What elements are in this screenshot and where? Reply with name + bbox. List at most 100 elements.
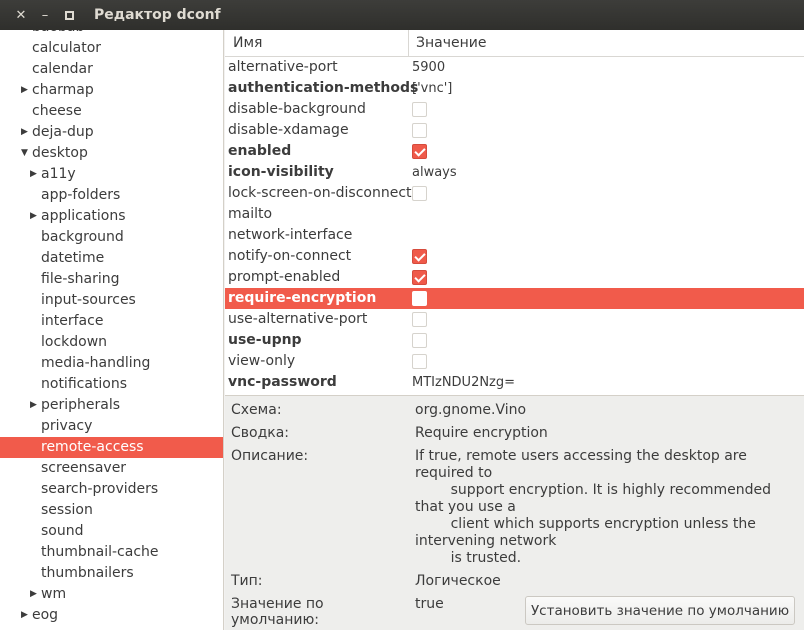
tree-item-desktop[interactable]: ▼ desktop: [0, 143, 223, 164]
tree-item-sound[interactable]: sound: [0, 521, 223, 542]
key-row-notify-on-connect[interactable]: notify-on-connect: [225, 246, 804, 267]
key-value: [409, 312, 427, 327]
set-default-button[interactable]: Установить значение по умолчанию: [525, 596, 795, 625]
tree-item-a11y[interactable]: ▶ a11y: [0, 164, 223, 185]
expander-collapsed-icon[interactable]: ▶: [21, 80, 28, 101]
tree-item-label: search-providers: [41, 481, 159, 497]
tree-item-eog[interactable]: ▶ eog: [0, 605, 223, 626]
checkbox-unchecked[interactable]: [412, 291, 427, 306]
tree-item-calculator[interactable]: calculator: [0, 38, 223, 59]
tree-item-baobab[interactable]: baobab: [0, 30, 223, 38]
checkbox-unchecked[interactable]: [412, 354, 427, 369]
detail-summary-value: Require encryption: [415, 425, 548, 441]
tree-item-search-providers[interactable]: search-providers: [0, 479, 223, 500]
key-value[interactable]: 5900: [409, 57, 445, 78]
checkbox-checked[interactable]: [412, 144, 427, 159]
key-value: [409, 186, 427, 201]
key-name: vnc-password: [228, 374, 337, 390]
key-value[interactable]: ['vnc']: [409, 78, 452, 99]
key-row-lock-screen-on-disconnect[interactable]: lock-screen-on-disconnect: [225, 183, 804, 204]
tree-item-calendar[interactable]: calendar: [0, 59, 223, 80]
tree-item-thumbnail-cache[interactable]: thumbnail-cache: [0, 542, 223, 563]
tree-item-remote-access[interactable]: remote-access: [0, 437, 223, 458]
tree-item-interface[interactable]: interface: [0, 311, 223, 332]
checkbox-checked[interactable]: [412, 249, 427, 264]
maximize-icon[interactable]: [58, 4, 80, 26]
key-name: notify-on-connect: [228, 248, 352, 264]
key-row-require-encryption[interactable]: require-encryption: [225, 288, 804, 309]
expander-collapsed-icon[interactable]: ▶: [30, 584, 37, 605]
checkbox-unchecked[interactable]: [412, 312, 427, 327]
key-row-prompt-enabled[interactable]: prompt-enabled: [225, 267, 804, 288]
tree-item-background[interactable]: background: [0, 227, 223, 248]
close-icon[interactable]: ✕: [10, 4, 32, 26]
key-name: icon-visibility: [228, 164, 334, 180]
key-value[interactable]: MTIzNDU2Nzg=: [409, 372, 515, 393]
tree-item-thumbnailers[interactable]: thumbnailers: [0, 563, 223, 584]
key-row-disable-xdamage[interactable]: disable-xdamage: [225, 120, 804, 141]
minimize-icon[interactable]: –: [34, 4, 56, 26]
tree-item-privacy[interactable]: privacy: [0, 416, 223, 437]
expander-collapsed-icon[interactable]: ▶: [30, 206, 37, 227]
detail-description-label: Описание:: [231, 448, 309, 464]
tree-item-label: media-handling: [41, 355, 151, 371]
key-name: enabled: [228, 143, 292, 159]
tree-item-media-handling[interactable]: media-handling: [0, 353, 223, 374]
tree-item-label: peripherals: [41, 397, 121, 413]
checkbox-unchecked[interactable]: [412, 102, 427, 117]
tree-item-datetime[interactable]: datetime: [0, 248, 223, 269]
tree-item-applications[interactable]: ▶ applications: [0, 206, 223, 227]
schema-tree-sidebar[interactable]: baobabcalculatorcalendar▶charmapcheese▶d…: [0, 30, 224, 630]
checkbox-unchecked[interactable]: [412, 333, 427, 348]
expander-collapsed-icon[interactable]: ▶: [21, 605, 28, 626]
tree-item-label: screensaver: [41, 460, 127, 476]
checkbox-unchecked[interactable]: [412, 123, 427, 138]
detail-type-label: Тип:: [231, 573, 263, 589]
expander-expanded-icon[interactable]: ▼: [21, 143, 28, 164]
schema-tree: baobabcalculatorcalendar▶charmapcheese▶d…: [0, 30, 223, 626]
key-row-authentication-methods[interactable]: authentication-methods ['vnc']: [225, 78, 804, 99]
key-row-network-interface[interactable]: network-interface: [225, 225, 804, 246]
detail-description-value: If true, remote users accessing the desk…: [415, 448, 771, 566]
checkbox-unchecked[interactable]: [412, 186, 427, 201]
key-row-icon-visibility[interactable]: icon-visibility always: [225, 162, 804, 183]
tree-item-label: charmap: [32, 82, 94, 98]
key-row-use-upnp[interactable]: use-upnp: [225, 330, 804, 351]
key-row-mailto[interactable]: mailto: [225, 204, 804, 225]
key-row-disable-background[interactable]: disable-background: [225, 99, 804, 120]
tree-item-notifications[interactable]: notifications: [0, 374, 223, 395]
key-row-vnc-password[interactable]: vnc-password MTIzNDU2Nzg=: [225, 372, 804, 393]
detail-schema-value: org.gnome.Vino: [415, 402, 527, 418]
tree-item-label: cheese: [32, 103, 82, 119]
tree-item-label: deja-dup: [32, 124, 94, 140]
tree-item-input-sources[interactable]: input-sources: [0, 290, 223, 311]
expander-collapsed-icon[interactable]: ▶: [21, 122, 28, 143]
key-name: network-interface: [228, 227, 353, 243]
expander-collapsed-icon[interactable]: ▶: [30, 164, 37, 185]
tree-item-label: a11y: [41, 166, 76, 182]
keys-table: Имя Значение alternative-port 5900 authent…: [225, 29, 804, 395]
key-value[interactable]: always: [409, 162, 457, 183]
expander-collapsed-icon[interactable]: ▶: [30, 395, 37, 416]
key-value: [409, 354, 427, 369]
tree-item-file-sharing[interactable]: file-sharing: [0, 269, 223, 290]
tree-item-cheese[interactable]: cheese: [0, 101, 223, 122]
key-row-enabled[interactable]: enabled: [225, 141, 804, 162]
checkbox-checked[interactable]: [412, 270, 427, 285]
column-header-name[interactable]: Имя: [225, 29, 409, 57]
tree-item-screensaver[interactable]: screensaver: [0, 458, 223, 479]
key-name: view-only: [228, 353, 296, 369]
tree-item-peripherals[interactable]: ▶ peripherals: [0, 395, 223, 416]
key-row-use-alternative-port[interactable]: use-alternative-port: [225, 309, 804, 330]
tree-item-label: file-sharing: [41, 271, 120, 287]
column-header-value[interactable]: Значение: [409, 30, 486, 57]
tree-item-wm[interactable]: ▶ wm: [0, 584, 223, 605]
tree-item-label: calendar: [32, 61, 93, 77]
key-row-view-only[interactable]: view-only: [225, 351, 804, 372]
tree-item-deja-dup[interactable]: ▶ deja-dup: [0, 122, 223, 143]
tree-item-lockdown[interactable]: lockdown: [0, 332, 223, 353]
tree-item-session[interactable]: session: [0, 500, 223, 521]
tree-item-app-folders[interactable]: app-folders: [0, 185, 223, 206]
tree-item-charmap[interactable]: ▶ charmap: [0, 80, 223, 101]
key-row-alternative-port[interactable]: alternative-port 5900: [225, 57, 804, 78]
